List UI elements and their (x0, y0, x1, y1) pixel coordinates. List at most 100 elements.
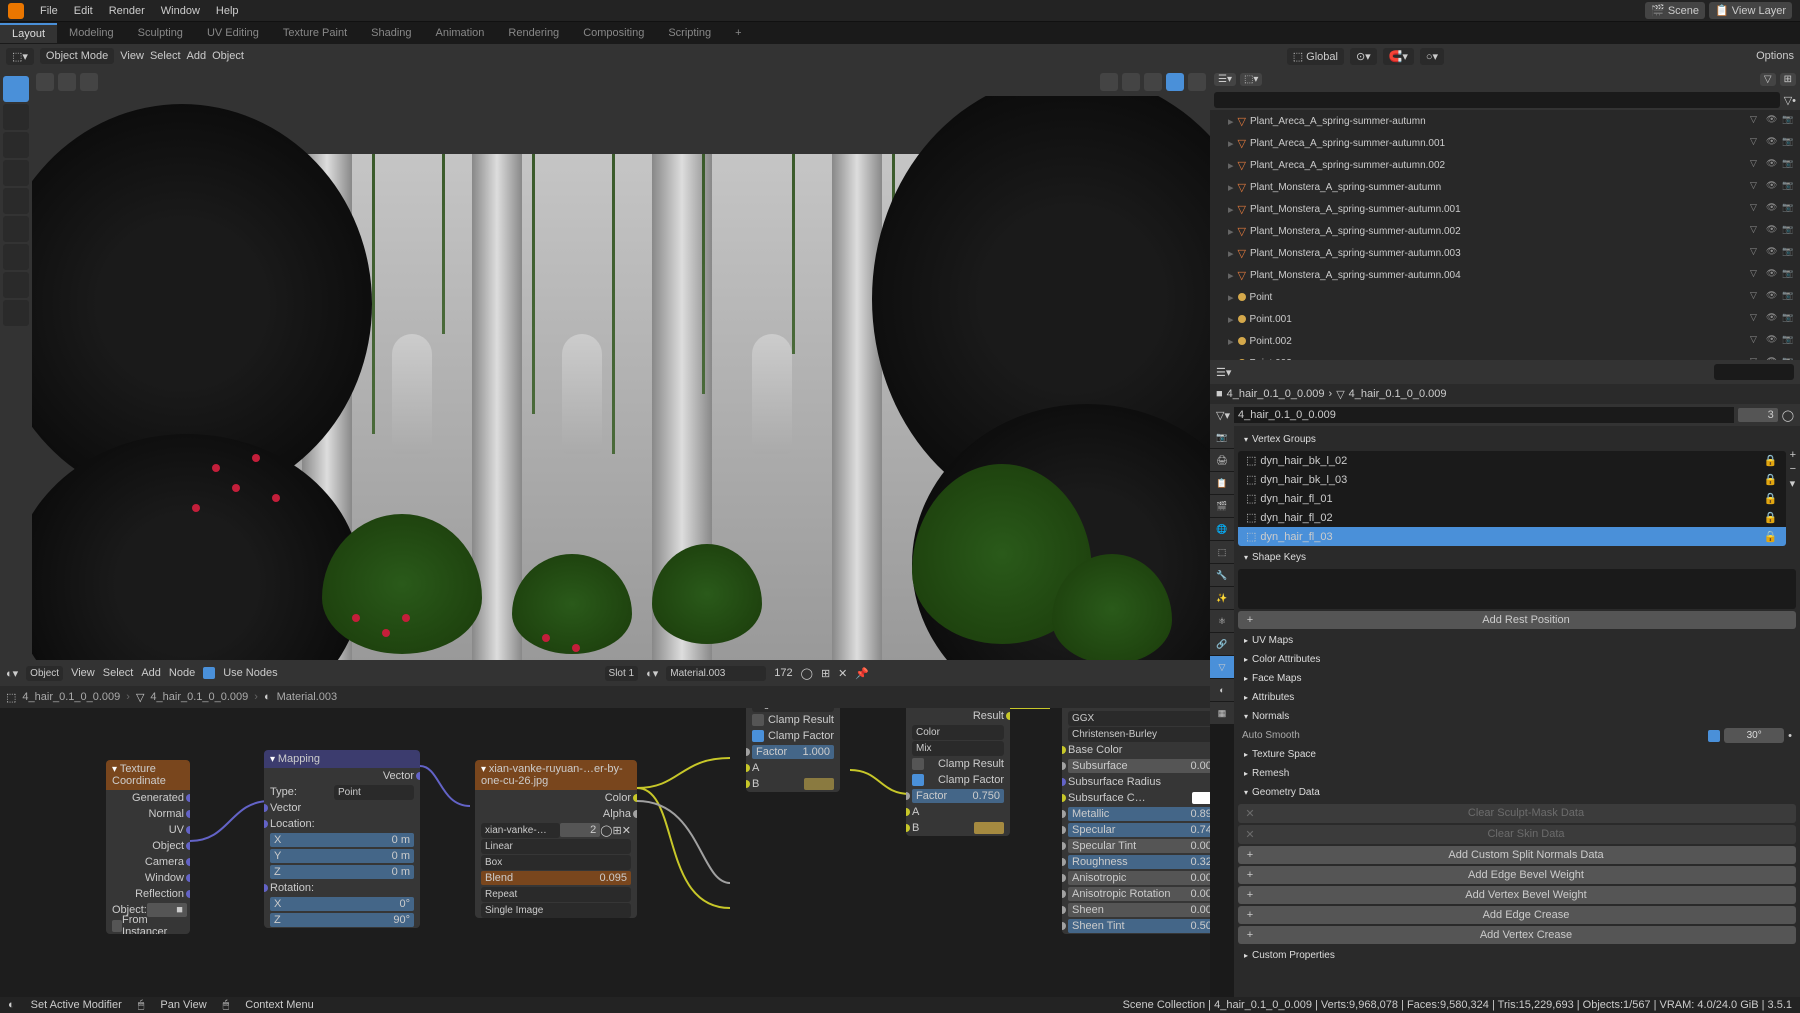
panel-texture-space[interactable]: Texture Space (1238, 745, 1796, 764)
panel-shape-keys[interactable]: Shape Keys (1238, 548, 1796, 567)
props-editor-icon[interactable]: ☰▾ (1216, 366, 1231, 379)
overlays-icon[interactable] (80, 73, 98, 91)
ptab-object[interactable]: ⬚ (1210, 541, 1234, 563)
hide-viewport-icon[interactable]: 👁 (1766, 312, 1780, 326)
hide-render-icon[interactable]: 📷 (1782, 268, 1796, 282)
node-mix[interactable]: ▾ Mix Result Color Mix Clamp Result Clam… (906, 708, 1010, 836)
transform-tool[interactable] (3, 216, 29, 242)
toolbar-select[interactable]: Select (150, 50, 181, 62)
outliner-item[interactable]: ▸Point.001▽👁📷 (1210, 308, 1800, 330)
restrict-select-icon[interactable]: ▽ (1750, 136, 1764, 150)
hide-viewport-icon[interactable]: 👁 (1766, 114, 1780, 128)
ptab-modifiers[interactable]: 🔧 (1210, 564, 1234, 586)
add-rest-position-button[interactable]: +Add Rest Position (1238, 611, 1796, 629)
toolbar-view[interactable]: View (120, 50, 144, 62)
hide-viewport-icon[interactable]: 👁 (1766, 356, 1780, 360)
material-users[interactable]: 172 (774, 667, 792, 679)
hide-viewport-icon[interactable]: 👁 (1766, 290, 1780, 304)
measure-tool[interactable] (3, 272, 29, 298)
solid-shading[interactable] (1144, 73, 1162, 91)
wireframe-shading[interactable] (1122, 73, 1140, 91)
3d-viewport[interactable] (0, 68, 1210, 660)
selectability-icon[interactable] (36, 73, 54, 91)
hide-render-icon[interactable]: 📷 (1782, 224, 1796, 238)
tab-layout[interactable]: Layout (0, 23, 57, 43)
tab-modeling[interactable]: Modeling (57, 24, 126, 42)
menu-help[interactable]: Help (208, 5, 247, 17)
snap-toggle[interactable]: 🧲▾ (1383, 48, 1414, 65)
tab-shading[interactable]: Shading (359, 24, 423, 42)
restrict-select-icon[interactable]: ▽ (1750, 114, 1764, 128)
panel-color-attributes[interactable]: Color Attributes (1238, 650, 1796, 669)
props-users[interactable]: 3 (1738, 408, 1778, 422)
restrict-select-icon[interactable]: ▽ (1750, 158, 1764, 172)
add-split-normals-button[interactable]: +Add Custom Split Normals Data (1238, 846, 1796, 864)
props-name-input[interactable] (1234, 407, 1734, 423)
node-menu-select[interactable]: Select (103, 667, 134, 679)
move-tool[interactable] (3, 132, 29, 158)
toolbar-add[interactable]: Add (187, 50, 207, 62)
ptab-data[interactable]: ▽ (1210, 656, 1234, 678)
tab-scripting[interactable]: Scripting (656, 24, 723, 42)
panel-uv-maps[interactable]: UV Maps (1238, 631, 1796, 650)
panel-geometry-data[interactable]: Geometry Data (1238, 783, 1796, 802)
node-menu-node[interactable]: Node (169, 667, 195, 679)
hide-render-icon[interactable]: 📷 (1782, 312, 1796, 326)
outliner-editor-icon[interactable]: ☰▾ (1214, 73, 1236, 86)
crumb-object[interactable]: 4_hair_0.1_0_0.009 (22, 691, 120, 703)
panel-custom-properties[interactable]: Custom Properties (1238, 946, 1796, 965)
tab-sculpting[interactable]: Sculpting (126, 24, 195, 42)
vg-menu-icon[interactable]: ▾ (1790, 477, 1796, 490)
panel-face-maps[interactable]: Face Maps (1238, 669, 1796, 688)
outliner-item[interactable]: ▸Point.003▽👁📷 (1210, 352, 1800, 360)
outliner-filter-icon[interactable]: ▽• (1784, 94, 1796, 107)
hide-viewport-icon[interactable]: 👁 (1766, 246, 1780, 260)
restrict-select-icon[interactable]: ▽ (1750, 290, 1764, 304)
filter-icon[interactable]: ▽ (1760, 73, 1776, 86)
hide-render-icon[interactable]: 📷 (1782, 246, 1796, 260)
restrict-select-icon[interactable]: ▽ (1750, 202, 1764, 216)
vertex-group-list[interactable]: ⬚dyn_hair_bk_l_02🔒⬚dyn_hair_bk_l_03🔒⬚dyn… (1238, 451, 1786, 546)
object-mode-dropdown[interactable]: Object Mode (40, 48, 114, 64)
editor-type-icon[interactable]: ⬚▾ (6, 48, 34, 65)
vg-add-icon[interactable]: + (1790, 449, 1796, 461)
restrict-select-icon[interactable]: ▽ (1750, 268, 1764, 282)
crumb-mesh[interactable]: 4_hair_0.1_0_0.009 (150, 691, 248, 703)
hide-viewport-icon[interactable]: 👁 (1766, 180, 1780, 194)
orientation-dropdown[interactable]: ⬚ Global (1287, 48, 1344, 65)
hide-viewport-icon[interactable]: 👁 (1766, 158, 1780, 172)
outliner-item[interactable]: ▸▽Plant_Monstera_A_spring-summer-autumn▽… (1210, 176, 1800, 198)
outliner-display-mode[interactable]: ⬚▾ (1240, 73, 1262, 86)
node-menu-add[interactable]: Add (141, 667, 161, 679)
hide-render-icon[interactable]: 📷 (1782, 334, 1796, 348)
hide-render-icon[interactable]: 📷 (1782, 114, 1796, 128)
material-browse-icon[interactable]: ◐▾ (646, 667, 658, 680)
hide-render-icon[interactable]: 📷 (1782, 202, 1796, 216)
slot-dropdown[interactable]: Slot 1 (605, 666, 639, 681)
material-name-input[interactable] (666, 666, 766, 681)
tab-texture-paint[interactable]: Texture Paint (271, 24, 359, 42)
add-cube-tool[interactable] (3, 300, 29, 326)
menu-edit[interactable]: Edit (66, 5, 101, 17)
ptab-output[interactable]: 🖨 (1210, 449, 1234, 471)
outliner-search-input[interactable] (1214, 92, 1780, 108)
toolbar-options[interactable]: Options (1756, 50, 1794, 62)
new-collection-icon[interactable]: ⊞ (1780, 73, 1796, 86)
tab-uv-editing[interactable]: UV Editing (195, 24, 271, 42)
props-fake-user-icon[interactable]: ◯ (1782, 409, 1794, 422)
panel-attributes[interactable]: Attributes (1238, 688, 1796, 707)
ptab-scene[interactable]: 🎬 (1210, 495, 1234, 517)
outliner-item[interactable]: ▸Point▽👁📷 (1210, 286, 1800, 308)
outliner-item[interactable]: ▸▽Plant_Monstera_A_spring-summer-autumn.… (1210, 242, 1800, 264)
node-editor-type-icon[interactable]: ◐▾ (6, 667, 18, 680)
annotate-tool[interactable] (3, 244, 29, 270)
toolbar-object[interactable]: Object (212, 50, 244, 62)
outliner-item[interactable]: ▸▽Plant_Monstera_A_spring-summer-autumn.… (1210, 264, 1800, 286)
vertex-group-item[interactable]: ⬚dyn_hair_fl_02🔒 (1238, 508, 1786, 527)
ptab-world[interactable]: 🌐 (1210, 518, 1234, 540)
unlink-material-icon[interactable]: ✕ (838, 667, 847, 680)
outliner-item[interactable]: ▸▽Plant_Areca_A_spring-summer-autumn.001… (1210, 132, 1800, 154)
node-texture-coordinate[interactable]: ▾ Texture Coordinate Generated Normal UV… (106, 760, 190, 934)
outliner-item[interactable]: ▸Point.002▽👁📷 (1210, 330, 1800, 352)
new-material-icon[interactable]: ⊞ (821, 667, 830, 680)
